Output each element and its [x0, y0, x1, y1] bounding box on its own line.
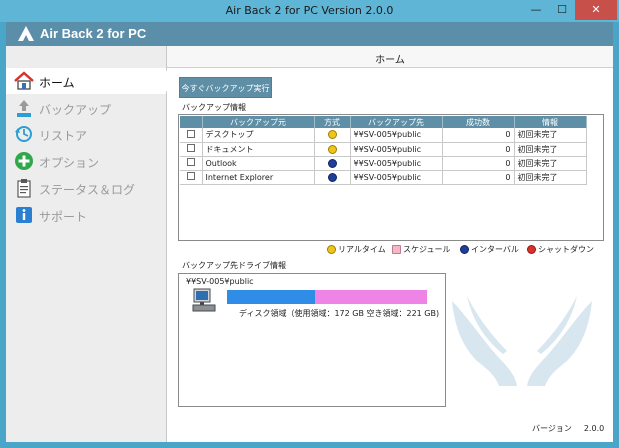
- legend-shutdown: シャットダウン: [527, 244, 594, 255]
- success-count-cell: 0: [442, 156, 515, 171]
- app-header: Air Back 2 for PC: [6, 22, 613, 46]
- sidebar-item-label: サポート: [39, 210, 88, 224]
- info-icon: [16, 207, 32, 223]
- table-row[interactable]: デスクトップ ¥¥SV-005¥public 0 初回未完了: [180, 128, 587, 143]
- row-checkbox[interactable]: [186, 172, 195, 180]
- plus-icon: [15, 152, 33, 170]
- legend-realtime: リアルタイム: [327, 244, 386, 255]
- success-count-cell: 0: [442, 142, 515, 157]
- sidebar: ホーム バックアップ リストア オプション ステータス＆ログ サポート: [6, 46, 167, 442]
- backup-table: バックアップ元 方式 バックアップ先 成功数 情報 デスクトップ ¥¥SV-00…: [178, 114, 604, 241]
- hands-watermark-icon: [452, 296, 592, 386]
- sidebar-item-label: リストア: [39, 129, 88, 143]
- success-count-cell: 0: [442, 128, 515, 143]
- source-cell: Internet Explorer: [202, 170, 315, 185]
- realtime-icon: [327, 130, 337, 140]
- sidebar-item-support[interactable]: サポート: [6, 202, 166, 228]
- info-cell: 初回未完了: [514, 170, 587, 185]
- row-checkbox[interactable]: [186, 129, 195, 138]
- column-header[interactable]: バックアップ元: [202, 116, 315, 128]
- computer-icon: [192, 288, 216, 312]
- sidebar-item-options[interactable]: オプション: [6, 148, 166, 174]
- home-icon: [14, 71, 34, 90]
- upload-icon: [17, 100, 31, 117]
- shutdown-icon: [527, 245, 536, 254]
- drive-info-heading: バックアップ先ドライブ情報: [182, 261, 286, 270]
- page-title-bar: ホーム: [167, 46, 613, 68]
- version-value: 2.0.0: [583, 424, 605, 433]
- row-checkbox[interactable]: [186, 158, 195, 166]
- sidebar-item-label: ホーム: [39, 76, 75, 90]
- main-panel: ホーム 今すぐバックアップ実行 バックアップ情報 バックアップ元 方式 バックア…: [167, 46, 613, 442]
- disk-usage-text: ディスク領域（使用領域：172 GB 空き領域：221 GB): [239, 309, 440, 318]
- run-backup-now-button[interactable]: 今すぐバックアップ実行: [179, 77, 272, 98]
- interval-icon: [327, 158, 337, 168]
- close-button[interactable]: ✕: [575, 0, 617, 20]
- legend-interval: インターバル: [460, 244, 519, 255]
- legend-label: スケジュール: [403, 245, 451, 254]
- source-cell: Outlook: [202, 156, 315, 171]
- legend-label: シャットダウン: [538, 245, 594, 254]
- sidebar-item-status-log[interactable]: ステータス＆ログ: [6, 175, 166, 201]
- legend-schedule: スケジュール: [392, 244, 450, 255]
- drive-path: ¥¥SV-005¥public: [186, 277, 254, 286]
- app-title: Air Back 2 for PC: [40, 26, 147, 41]
- row-checkbox[interactable]: [186, 144, 195, 152]
- column-header[interactable]: バックアップ先: [350, 116, 443, 128]
- destination-cell: ¥¥SV-005¥public: [350, 156, 443, 171]
- select-column-header: [180, 116, 203, 128]
- drive-info-panel: ¥¥SV-005¥public ディスク領域（使用領域：172 GB 空き領域：…: [178, 273, 446, 407]
- realtime-icon: [327, 144, 337, 154]
- page-title: ホーム: [375, 55, 405, 66]
- source-cell: ドキュメント: [202, 142, 315, 157]
- version-info: バージョン 2.0.0: [532, 423, 604, 434]
- interval-icon: [327, 172, 337, 182]
- info-cell: 初回未完了: [514, 128, 587, 143]
- realtime-icon: [327, 245, 336, 254]
- sidebar-item-backup[interactable]: バックアップ: [6, 95, 166, 121]
- restore-icon: [15, 126, 32, 142]
- version-label: バージョン: [532, 424, 572, 433]
- table-row[interactable]: ドキュメント ¥¥SV-005¥public 0 初回未完了: [180, 142, 587, 157]
- table-row[interactable]: Outlook ¥¥SV-005¥public 0 初回未完了: [180, 156, 587, 171]
- success-count-cell: 0: [442, 170, 515, 185]
- info-cell: 初回未完了: [514, 142, 587, 157]
- legend-label: リアルタイム: [338, 245, 386, 254]
- sidebar-item-label: ステータス＆ログ: [39, 183, 136, 197]
- schedule-icon: [392, 245, 401, 254]
- column-header[interactable]: 成功数: [442, 116, 515, 128]
- table-row[interactable]: Internet Explorer ¥¥SV-005¥public 0 初回未完…: [180, 170, 587, 185]
- legend-label: インターバル: [471, 245, 519, 254]
- sidebar-item-home[interactable]: ホーム: [6, 68, 167, 94]
- table-header-row: バックアップ元 方式 バックアップ先 成功数 情報: [180, 116, 587, 128]
- destination-cell: ¥¥SV-005¥public: [350, 142, 443, 157]
- backup-info-heading: バックアップ情報: [182, 103, 246, 112]
- maximize-button[interactable]: ☐: [549, 0, 575, 20]
- sidebar-item-label: オプション: [39, 156, 100, 170]
- app-logo-icon: [18, 26, 34, 41]
- interval-icon: [460, 245, 469, 254]
- column-header[interactable]: 方式: [314, 116, 351, 128]
- window-titlebar: Air Back 2 for PC Version 2.0.0 — ☐ ✕: [0, 0, 619, 22]
- sidebar-item-restore[interactable]: リストア: [6, 121, 166, 147]
- disk-usage-bar: [227, 290, 427, 304]
- destination-cell: ¥¥SV-005¥public: [350, 170, 443, 185]
- minimize-button[interactable]: —: [523, 0, 549, 20]
- source-cell: デスクトップ: [202, 128, 315, 143]
- disk-used-fill: [227, 290, 315, 304]
- app-frame: ホーム バックアップ リストア オプション ステータス＆ログ サポート ホーム …: [6, 46, 613, 442]
- clipboard-icon: [17, 179, 31, 198]
- info-cell: 初回未完了: [514, 156, 587, 171]
- sidebar-item-label: バックアップ: [39, 103, 112, 117]
- destination-cell: ¥¥SV-005¥public: [350, 128, 443, 143]
- column-header[interactable]: 情報: [514, 116, 587, 128]
